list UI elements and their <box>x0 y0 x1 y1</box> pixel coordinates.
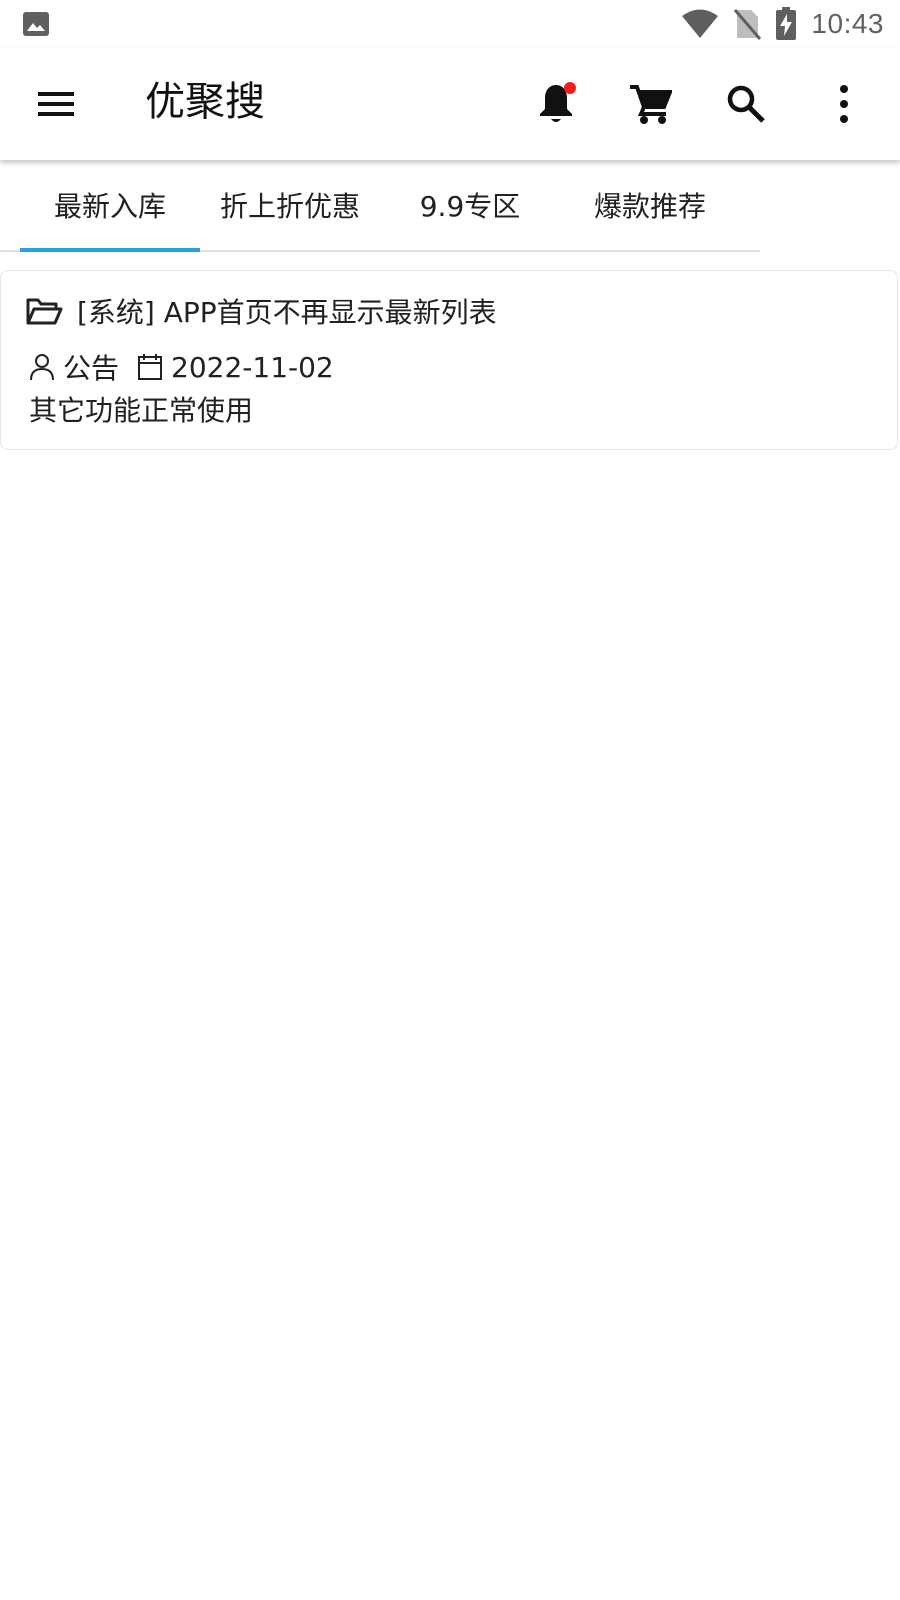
menu-button[interactable] <box>28 76 84 132</box>
more-options-button[interactable] <box>816 76 872 132</box>
notice-title: [系统] APP首页不再显示最新列表 <box>77 296 497 329</box>
status-time: 10:43 <box>811 8 884 39</box>
no-sim-icon <box>734 9 762 40</box>
notice-title-row: [系统] APP首页不再显示最新列表 <box>25 291 497 331</box>
calendar-icon <box>138 354 163 380</box>
battery-charging-icon <box>776 7 797 40</box>
tab-hot-picks[interactable]: 爆款推荐 <box>560 160 740 250</box>
status-bar: 10:43 <box>0 0 900 48</box>
search-icon <box>727 85 765 123</box>
notice-author: 公告 <box>29 347 119 387</box>
cart-button[interactable] <box>622 76 678 132</box>
notice-card[interactable]: [系统] APP首页不再显示最新列表 公告 2022-11-02 其它功能正常使… <box>0 270 898 450</box>
notice-meta: 公告 2022-11-02 <box>29 347 352 387</box>
folder-open-icon <box>26 298 63 325</box>
tab-discount[interactable]: 折上折优惠 <box>200 160 380 250</box>
app-bar: 优聚搜 <box>0 48 900 160</box>
notice-body: 其它功能正常使用 <box>29 394 254 427</box>
notification-dot <box>564 82 576 94</box>
tab-latest[interactable]: 最新入库 <box>20 160 200 252</box>
notice-date-label: 2022-11-02 <box>171 350 334 384</box>
search-button[interactable] <box>718 76 774 132</box>
category-tabs: 最新入库 折上折优惠 9.9专区 爆款推荐 <box>0 160 760 252</box>
cart-icon <box>630 85 672 124</box>
tab-9-9-zone[interactable]: 9.9专区 <box>380 160 560 250</box>
wifi-icon <box>682 9 719 38</box>
more-vert-icon <box>840 85 848 123</box>
notice-date: 2022-11-02 <box>137 351 334 384</box>
hamburger-menu-icon <box>38 92 74 116</box>
gallery-icon <box>23 12 49 36</box>
notifications-button[interactable] <box>528 76 584 132</box>
user-icon <box>30 354 54 381</box>
app-title: 优聚搜 <box>145 79 265 125</box>
notice-author-label: 公告 <box>63 352 120 385</box>
